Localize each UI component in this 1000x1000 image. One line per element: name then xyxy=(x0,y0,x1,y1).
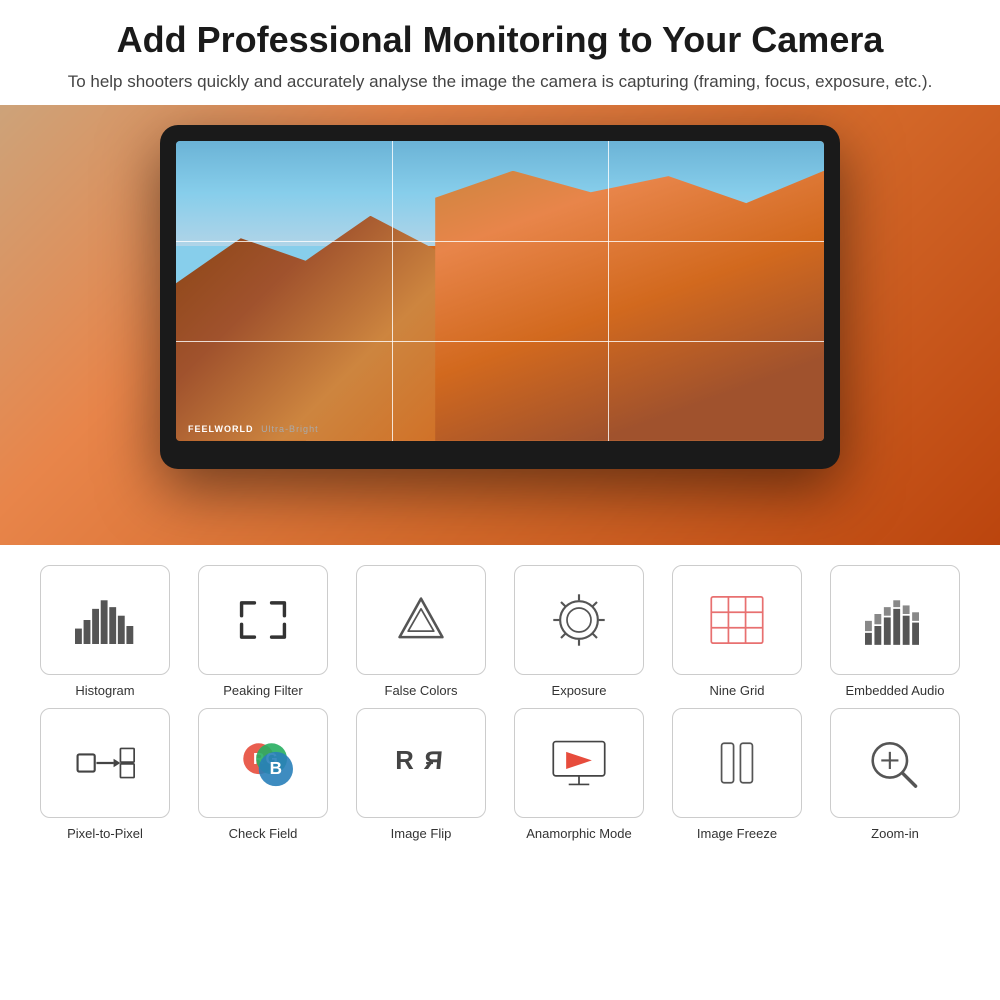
nine-grid-label: Nine Grid xyxy=(710,683,765,698)
feature-check-field: R G B Check Field xyxy=(188,708,338,841)
check-field-icon-box: R G B xyxy=(198,708,328,818)
check-field-label: Check Field xyxy=(229,826,298,841)
svg-text:B: B xyxy=(270,758,282,778)
flip-icon-box: R R xyxy=(356,708,486,818)
feature-flip: R R Image Flip xyxy=(346,708,496,841)
exposure-icon-box xyxy=(514,565,644,675)
pixel-label: Pixel-to-Pixel xyxy=(67,826,143,841)
feature-exposure: Exposure xyxy=(504,565,654,698)
zoom-icon xyxy=(855,733,935,793)
check-field-icon: R G B xyxy=(223,733,303,793)
feature-peaking: Peaking Filter xyxy=(188,565,338,698)
peaking-icon xyxy=(223,590,303,650)
histogram-label: Histogram xyxy=(75,683,134,698)
flip-icon: R R xyxy=(381,733,461,793)
screen-content xyxy=(176,141,824,441)
svg-text:R: R xyxy=(422,747,443,775)
svg-text:R: R xyxy=(395,747,414,775)
feature-nine-grid: Nine Grid xyxy=(662,565,812,698)
freeze-label: Image Freeze xyxy=(697,826,777,841)
feature-audio: Embedded Audio xyxy=(820,565,970,698)
header-section: Add Professional Monitoring to Your Came… xyxy=(0,0,1000,105)
nine-grid-icon-box xyxy=(672,565,802,675)
audio-icon xyxy=(855,590,935,650)
audio-label: Embedded Audio xyxy=(845,683,944,698)
zoom-icon-box xyxy=(830,708,960,818)
exposure-icon xyxy=(539,590,619,650)
anamorphic-icon-box xyxy=(514,708,644,818)
pixel-icon xyxy=(65,733,145,793)
feature-zoom: Zoom-in xyxy=(820,708,970,841)
features-section: Histogram Peaking Filter xyxy=(0,545,1000,851)
pixel-icon-box xyxy=(40,708,170,818)
terrain-right xyxy=(435,171,824,441)
monitor-body: FEELWORLD Ultra-Bright xyxy=(160,125,840,469)
flip-label: Image Flip xyxy=(391,826,452,841)
feature-false-colors: False Colors xyxy=(346,565,496,698)
nine-grid-icon xyxy=(697,590,777,650)
false-colors-icon-box xyxy=(356,565,486,675)
freeze-icon xyxy=(697,733,777,793)
feature-pixel: Pixel-to-Pixel xyxy=(30,708,180,841)
audio-icon-box xyxy=(830,565,960,675)
monitor-section: FEELWORLD Ultra-Bright xyxy=(0,105,1000,545)
page-subtitle: To help shooters quickly and accurately … xyxy=(40,69,960,95)
zoom-label: Zoom-in xyxy=(871,826,919,841)
feature-anamorphic: Anamorphic Mode xyxy=(504,708,654,841)
feature-histogram: Histogram xyxy=(30,565,180,698)
monitor-brand-label: FEELWORLD Ultra-Bright xyxy=(188,424,319,435)
page-title: Add Professional Monitoring to Your Came… xyxy=(40,18,960,61)
anamorphic-label: Anamorphic Mode xyxy=(526,826,632,841)
monitor-screen: FEELWORLD Ultra-Bright xyxy=(176,141,824,441)
false-colors-label: False Colors xyxy=(385,683,458,698)
histogram-icon xyxy=(65,590,145,650)
feature-freeze: Image Freeze xyxy=(662,708,812,841)
false-colors-icon xyxy=(381,590,461,650)
exposure-label: Exposure xyxy=(552,683,607,698)
freeze-icon-box xyxy=(672,708,802,818)
anamorphic-icon xyxy=(539,733,619,793)
histogram-icon-box xyxy=(40,565,170,675)
peaking-label: Peaking Filter xyxy=(223,683,302,698)
features-grid: Histogram Peaking Filter xyxy=(30,565,970,841)
monitor-device: FEELWORLD Ultra-Bright xyxy=(160,125,840,469)
peaking-icon-box xyxy=(198,565,328,675)
